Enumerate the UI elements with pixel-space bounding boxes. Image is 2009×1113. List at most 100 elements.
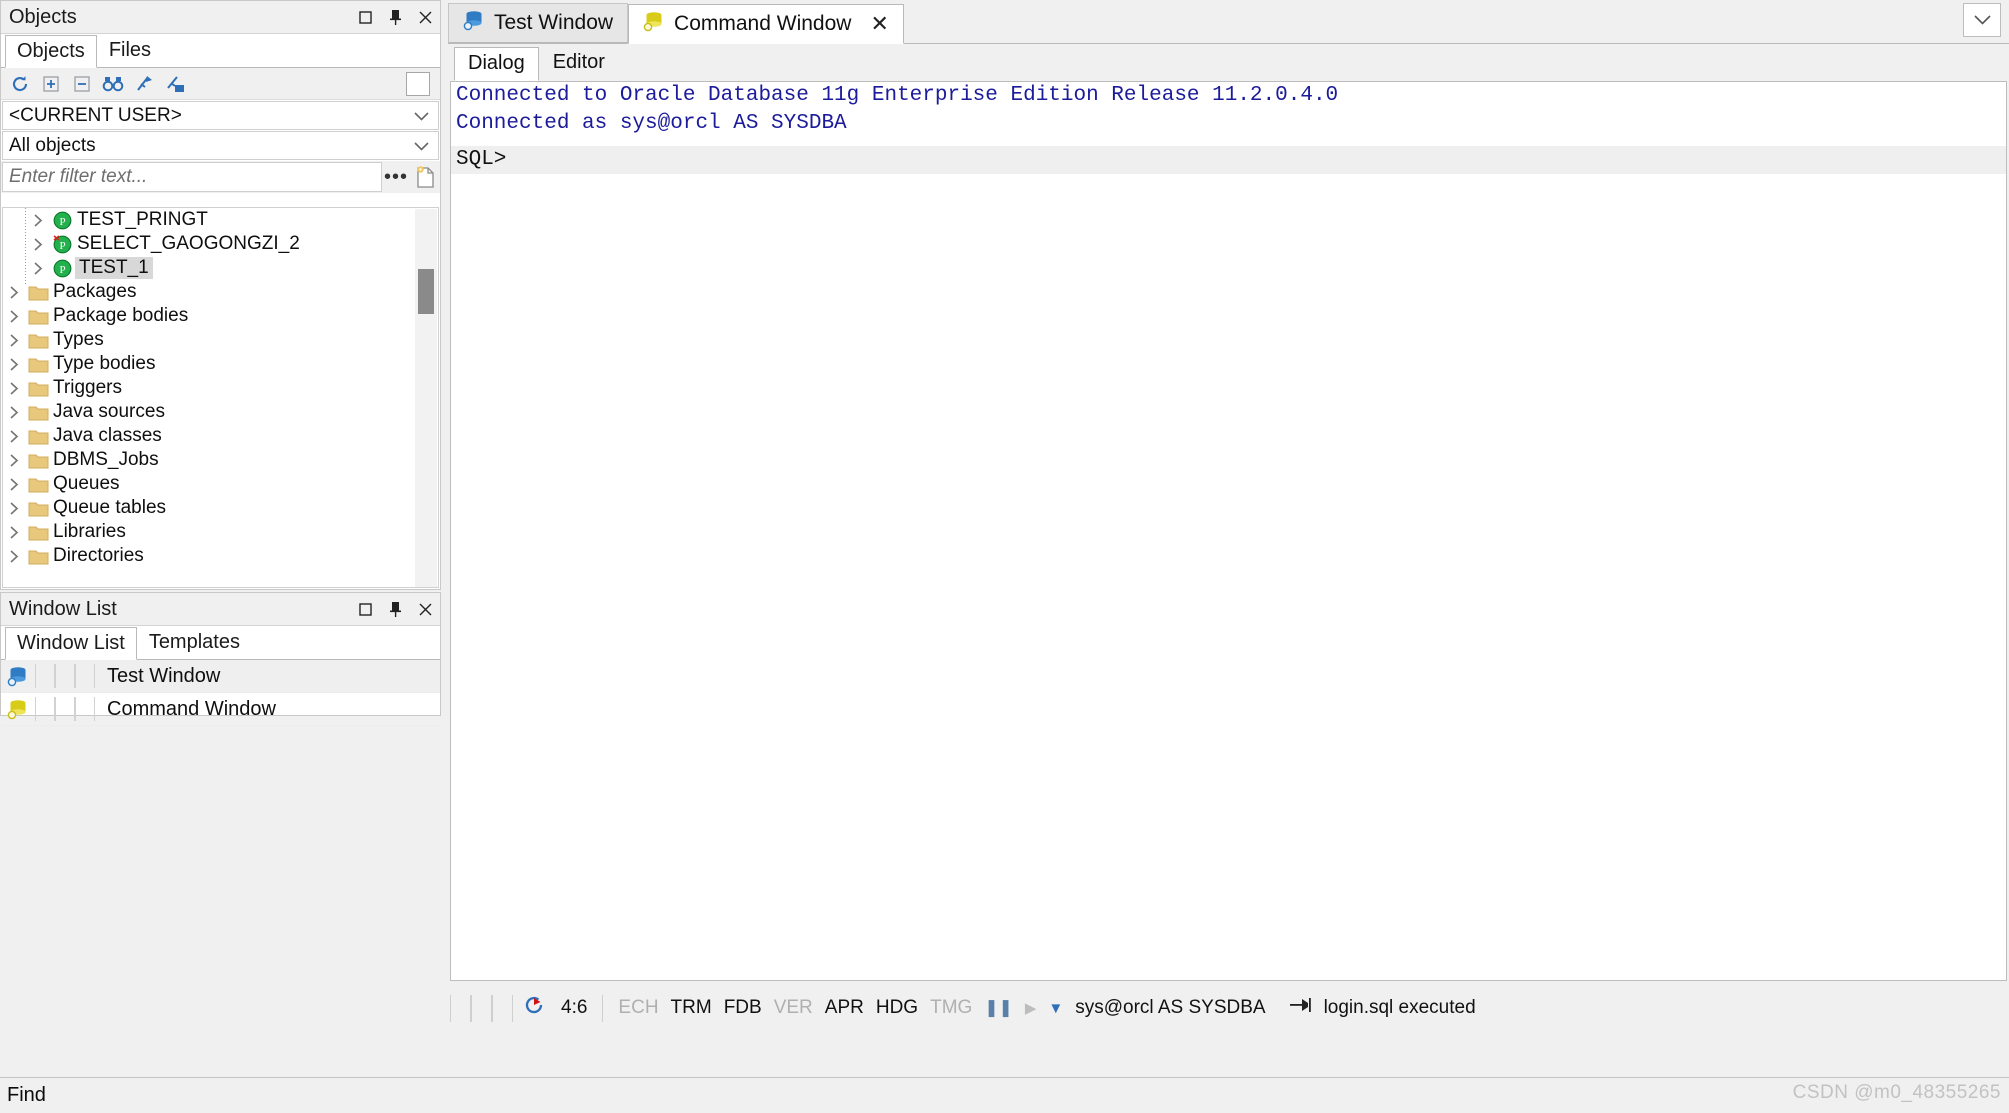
filter-settings-doc-icon[interactable] [410,165,440,189]
tree-item[interactable]: Triggers [3,376,418,400]
chevron-right-icon[interactable] [3,357,25,371]
tree-item[interactable]: Queues [3,472,418,496]
close-icon[interactable] [417,601,434,618]
tab-files[interactable]: Files [97,34,163,67]
window-list-item-command-window[interactable]: Command Window [1,693,440,726]
folder-icon [25,404,51,421]
chevron-right-icon[interactable] [27,237,49,251]
procedure-icon: P [49,259,75,278]
objects-tree[interactable]: P TEST_PRINGT P SELECT_GAOGONGZI_2 P TES… [2,207,439,588]
tab-objects[interactable]: Objects [5,35,97,68]
tree-item[interactable]: Package bodies [3,304,418,328]
indicator-ech[interactable]: ECH [612,997,664,1019]
tab-templates[interactable]: Templates [137,626,252,659]
filter-more-button[interactable]: ••• [382,166,410,189]
indicator-fdb[interactable]: FDB [718,997,768,1019]
objects-toolbar [1,68,440,100]
objects-panel-header: Objects [1,1,440,34]
chevron-right-icon[interactable] [3,549,25,563]
tree-item[interactable]: Queue tables [3,496,418,520]
close-icon[interactable] [417,9,434,26]
tree-item[interactable]: Types [3,328,418,352]
state-cell [55,664,75,688]
refresh-icon[interactable] [7,71,33,97]
console-prompt[interactable]: SQL> [451,145,2006,174]
tree-item[interactable]: Directories [3,544,418,568]
indicator-ver[interactable]: VER [768,997,819,1019]
subtab-dialog[interactable]: Dialog [454,47,539,81]
filter-text-input[interactable]: Enter filter text... [2,162,382,192]
find-bar[interactable]: Find [0,1077,2009,1113]
subtab-editor[interactable]: Editor [539,46,619,80]
collapse-tabs-button[interactable] [1963,3,2001,37]
play-icon[interactable]: ▶ [1019,999,1043,1017]
connection-status[interactable]: sys@orcl AS SYSDBA [1069,997,1271,1019]
tree-scrollbar-thumb[interactable] [418,269,434,314]
procedure-error-icon: P [49,234,75,254]
plsql-developer-window: Objects Objects Files <CURRENT USER> All… [0,0,2009,1113]
current-user-combo[interactable]: <CURRENT USER> [2,101,439,130]
chevron-right-icon[interactable] [3,453,25,467]
maximize-icon[interactable] [357,601,374,618]
chevron-right-icon[interactable] [3,381,25,395]
tree-item[interactable]: Packages [3,280,418,304]
tree-scrollbar[interactable] [415,209,437,587]
collapse-all-icon[interactable] [69,71,95,97]
maximize-icon[interactable] [357,9,374,26]
tree-item-label: Queues [53,473,120,494]
expand-all-icon[interactable] [38,71,64,97]
rollback-icon[interactable] [523,994,545,1022]
indicator-trm[interactable]: TRM [665,997,718,1019]
tree-item[interactable]: P TEST_1 [3,256,418,280]
pin-icon[interactable] [387,9,404,26]
object-filter-combo[interactable]: All objects [2,131,439,160]
tree-item-label: SELECT_GAOGONGZI_2 [77,233,300,254]
chevron-right-icon[interactable] [3,525,25,539]
indicator-apr[interactable]: APR [819,997,870,1019]
window-list-item-label: Command Window [107,697,276,720]
tab-command-window[interactable]: Command Window ✕ [628,4,904,44]
tree-item[interactable]: Libraries [3,520,418,544]
tree-item[interactable]: P TEST_PRINGT [3,208,418,232]
tree-item[interactable]: Java classes [3,424,418,448]
chevron-right-icon[interactable] [3,309,25,323]
dock-splitter[interactable] [443,0,447,1074]
tree-item[interactable]: Type bodies [3,352,418,376]
folder-icon [25,380,51,397]
watermark: CSDN @m0_48355265 [1792,1082,2001,1103]
chevron-right-icon[interactable] [3,405,25,419]
find-icon[interactable] [100,71,126,97]
tree-item[interactable]: Java sources [3,400,418,424]
indicator-tmg[interactable]: TMG [924,997,978,1019]
indicator-hdg[interactable]: HDG [870,997,924,1019]
pause-icon[interactable]: ❚❚ [978,998,1019,1018]
tab-window-list[interactable]: Window List [5,627,137,660]
tree-item[interactable]: DBMS_Jobs [3,448,418,472]
tree-item-label: Packages [53,281,137,302]
chevron-right-icon[interactable] [3,285,25,299]
dropdown-icon[interactable]: ▼ [1042,1000,1069,1017]
tree-item[interactable]: P SELECT_GAOGONGZI_2 [3,232,418,256]
tree-item-label: Triggers [53,377,122,398]
tab-close-icon[interactable]: ✕ [870,11,888,37]
window-list-item-test-window[interactable]: Test Window [1,660,440,693]
chevron-right-icon[interactable] [3,333,25,347]
console-line: Connected as sys@orcl AS SYSDBA [456,111,847,135]
filter-row: Enter filter text... ••• [1,161,440,193]
chevron-right-icon[interactable] [3,501,25,515]
window-list-title: Window List [9,597,117,620]
tab-test-window[interactable]: Test Window [448,3,629,43]
toolbar-options-button[interactable] [406,72,430,96]
pin-icon[interactable] [387,601,404,618]
tree-filter-icon[interactable] [131,71,157,97]
chevron-right-icon[interactable] [3,429,25,443]
status-separator [602,994,604,1022]
window-list-header-buttons [357,593,434,626]
chevron-right-icon[interactable] [27,213,49,227]
chevron-right-icon[interactable] [27,261,49,275]
command-console[interactable]: Connected to Oracle Database 11g Enterpr… [450,81,2007,981]
tree-rows: P TEST_PRINGT P SELECT_GAOGONGZI_2 P TES… [3,208,418,568]
chevron-right-icon[interactable] [3,477,25,491]
folder-tree-icon[interactable] [162,71,188,97]
